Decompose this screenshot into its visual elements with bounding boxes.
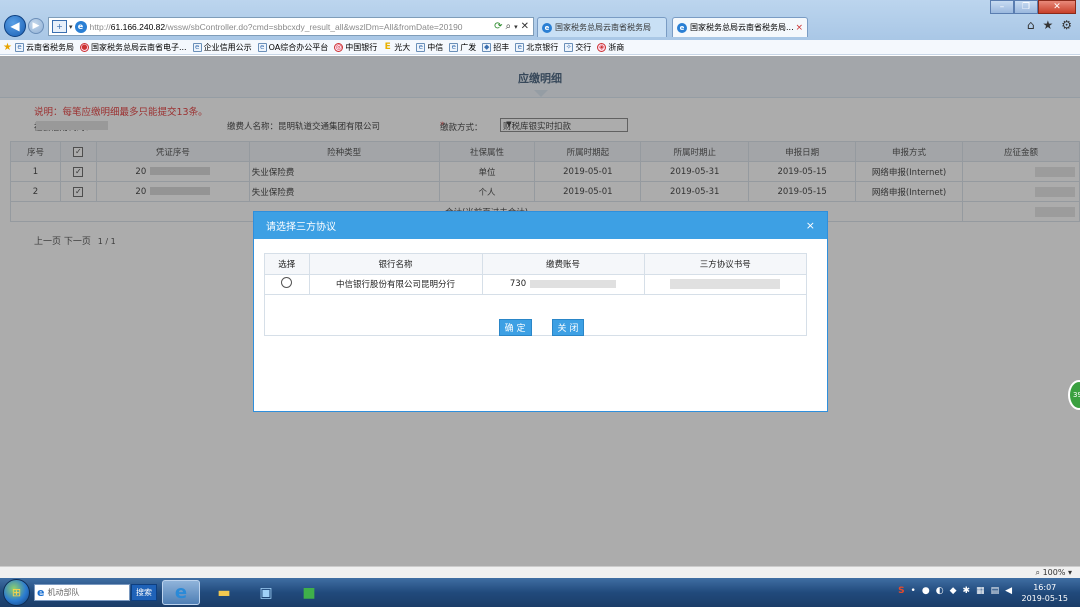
redacted-block xyxy=(670,278,781,289)
taskbar-search-button[interactable]: 搜索 xyxy=(131,584,157,601)
favorites-bar: ★ e 云南省税务局 ● 国家税务总局云南省电子... e 企业信用公示 e OA综合办… xyxy=(0,40,1080,55)
tray-icon[interactable]: ▤ xyxy=(991,586,1000,596)
col-header: 三方协议书号 xyxy=(644,254,806,275)
restore-icon[interactable]: ❐ xyxy=(1014,0,1038,14)
search-icon[interactable]: ⌕ xyxy=(505,21,511,32)
col-header: 银行名称 xyxy=(309,254,483,275)
ie-page-icon: e xyxy=(416,42,426,52)
ie-tab-icon: e xyxy=(542,22,552,33)
boc-logo-icon: ◎ xyxy=(334,42,344,52)
ie-tab-icon: e xyxy=(677,22,687,33)
agreement-dialog: 请选择三方协议 × 选择 银行名称 缴费账号 三方协议书号 中信银行股份有限公司… xyxy=(253,211,828,412)
agreement-no-cell xyxy=(644,274,806,295)
taskbar: ⊞ e 机动部队 搜索 e ▬ ▣ ■ S • ● ◐ ◆ ✱ ▦ ▤ ◀ 16… xyxy=(0,578,1080,607)
confirm-button[interactable]: 确 定 xyxy=(498,319,532,336)
browser-titlebar: ◀ ▶ + ▾ e http://61.166.240.82/wssw/sbCo… xyxy=(0,0,1080,40)
dialog-buttons: 确 定 关 闭 xyxy=(254,319,829,336)
url-text[interactable]: http://61.166.240.82/wssw/sbController.d… xyxy=(90,22,491,32)
ie-page-icon: e xyxy=(192,42,202,52)
browser-tools: ⌂ ★ ⚙ xyxy=(1027,18,1072,32)
account-cell: 730 xyxy=(482,274,645,295)
back-arrow-icon[interactable]: ◀ xyxy=(4,15,26,37)
taskbar-ie-icon[interactable]: e xyxy=(162,580,200,605)
settings-gear-icon[interactable]: ⚙ xyxy=(1061,18,1072,32)
forward-arrow-icon[interactable]: ▶ xyxy=(28,18,44,34)
tab-label: 国家税务总局云南省税务局 xyxy=(555,23,651,32)
tray-icon[interactable]: ● xyxy=(922,586,930,596)
favorites-star-icon[interactable]: ★ xyxy=(3,42,12,53)
ie-search-icon: e xyxy=(37,586,45,599)
taskbar-app-icon[interactable]: ▣ xyxy=(247,580,285,605)
col-header: 选择 xyxy=(265,254,310,275)
close-window-icon[interactable]: ✕ xyxy=(1038,0,1076,14)
favorites-star-icon[interactable]: ★ xyxy=(1042,18,1053,32)
fav-item[interactable]: ◎ 中国银行 xyxy=(334,42,377,53)
address-dropdown-icon[interactable]: ▾ xyxy=(69,23,73,31)
fav-item[interactable]: e 云南省税务局 xyxy=(14,42,74,53)
bank-logo-icon: ◆ xyxy=(482,42,492,52)
dialog-title: 请选择三方协议 xyxy=(266,222,336,233)
czbank-logo-icon: ◈ xyxy=(597,42,607,52)
browser-statusbar: ⌕ 100% ▾ xyxy=(0,566,1080,578)
tab-tax-bureau[interactable]: e 国家税务总局云南省税务局 xyxy=(537,17,667,37)
ie-page-icon: e xyxy=(257,42,267,52)
fav-item[interactable]: e OA综合办公平台 xyxy=(257,42,328,53)
refresh-icon[interactable]: ⟳ xyxy=(494,21,502,32)
fav-item[interactable]: E 光大 xyxy=(383,42,411,53)
tab-label: 国家税务总局云南省税务局... xyxy=(690,23,794,32)
ie-page-icon: e xyxy=(449,42,459,52)
ie-page-icon: e xyxy=(14,42,24,52)
system-tray: S • ● ◐ ◆ ✱ ▦ ▤ ◀ xyxy=(898,586,1012,596)
radio-cell[interactable] xyxy=(265,274,310,295)
bocom-logo-icon: ✧ xyxy=(564,42,574,52)
fav-item[interactable]: e 中信 xyxy=(416,42,443,53)
tray-icon[interactable]: ◐ xyxy=(936,586,944,596)
taskbar-folder-icon[interactable]: ▬ xyxy=(205,580,243,605)
ceb-logo-icon: E xyxy=(384,42,391,52)
fav-item[interactable]: ◆ 招丰 xyxy=(482,42,509,53)
fav-item[interactable]: ✧ 交行 xyxy=(564,42,591,53)
clock-time: 16:07 xyxy=(1033,583,1057,592)
fav-item[interactable]: e 企业信用公示 xyxy=(192,42,252,53)
window-controls: – ❐ ✕ xyxy=(990,0,1076,14)
ie-page-icon: e xyxy=(515,42,525,52)
sogou-icon[interactable]: S xyxy=(898,586,904,596)
volume-icon[interactable]: ◀ xyxy=(1005,586,1012,596)
dialog-close-icon[interactable]: × xyxy=(806,219,815,232)
tab-close-icon[interactable]: × xyxy=(795,23,803,33)
close-button[interactable]: 关 闭 xyxy=(551,319,585,336)
taskbar-clock[interactable]: 16:07 2019-05-15 xyxy=(1022,582,1069,604)
fav-item[interactable]: e 北京银行 xyxy=(515,42,558,53)
home-icon[interactable]: ⌂ xyxy=(1027,18,1035,32)
fav-item[interactable]: ◈ 浙商 xyxy=(597,42,624,53)
fav-item[interactable]: e 广发 xyxy=(449,42,476,53)
ie-page-icon: e xyxy=(74,20,87,33)
network-icon[interactable]: ▦ xyxy=(976,586,985,596)
taskbar-search-input[interactable]: e 机动部队 xyxy=(34,584,130,601)
taskbar-green-app-icon[interactable]: ■ xyxy=(290,580,328,605)
tray-icon[interactable]: ◆ xyxy=(950,586,957,596)
address-bar[interactable]: + ▾ e http://61.166.240.82/wssw/sbContro… xyxy=(48,17,534,36)
emblem-icon: ● xyxy=(79,42,89,52)
col-header: 缴费账号 xyxy=(482,254,645,275)
clock-date: 2019-05-15 xyxy=(1021,594,1069,603)
zoom-control[interactable]: ⌕ 100% ▾ xyxy=(1036,568,1072,578)
search-dropdown-icon[interactable]: ▾ xyxy=(514,23,518,31)
fav-item[interactable]: ● 国家税务总局云南省电子... xyxy=(79,42,187,53)
start-button[interactable]: ⊞ xyxy=(3,579,30,606)
minimize-icon[interactable]: – xyxy=(990,0,1014,14)
radio-button[interactable] xyxy=(281,277,293,288)
bank-name: 中信银行股份有限公司昆明分行 xyxy=(309,274,483,295)
compat-view-icon[interactable]: + xyxy=(52,20,67,33)
dialog-header: 请选择三方协议 × xyxy=(254,212,827,239)
tab-tax-bureau-active[interactable]: e 国家税务总局云南省税务局... × xyxy=(672,17,808,37)
stop-icon[interactable]: ✕ xyxy=(521,21,529,32)
redacted-block xyxy=(530,279,617,288)
tray-icon[interactable]: • xyxy=(911,586,916,596)
bluetooth-icon[interactable]: ✱ xyxy=(963,586,971,596)
agreement-row[interactable]: 中信银行股份有限公司昆明分行 730 xyxy=(265,274,806,295)
